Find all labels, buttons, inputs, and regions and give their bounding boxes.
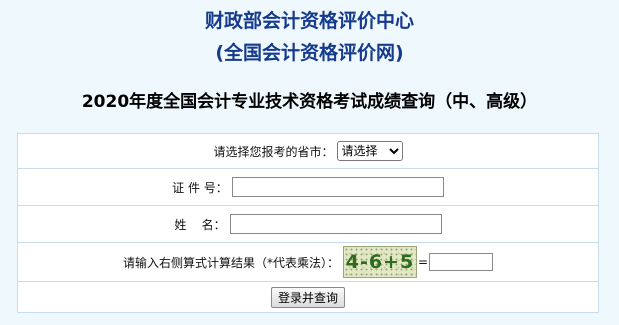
name-label: 姓 名： xyxy=(174,217,226,232)
captcha-label: 请输入右侧算式计算结果（*代表乘法）： xyxy=(122,255,339,270)
query-form: 请选择您报考的省市： 请选择 证 件 号： 姓 名： 请输入右侧算式计算结果（*… xyxy=(17,133,599,313)
page-title: 2020年度全国会计专业技术资格考试成绩查询（中、高级） xyxy=(81,92,538,112)
org-name: 财政部会计资格评价中心 xyxy=(204,10,414,32)
id-row: 证 件 号： xyxy=(17,168,599,206)
captcha-text: 4-6+5 xyxy=(345,251,415,273)
captcha-row: 请输入右侧算式计算结果（*代表乘法）： 4-6+5 = xyxy=(17,242,599,282)
name-row: 姓 名： xyxy=(17,205,599,243)
equals-sign: = xyxy=(417,255,429,269)
captcha-image[interactable]: 4-6+5 xyxy=(342,246,417,278)
site-name: (全国会计资格评价网) xyxy=(215,42,404,64)
id-label: 证 件 号： xyxy=(172,180,228,195)
province-label: 请选择您报考的省市： xyxy=(213,144,334,159)
province-select[interactable]: 请选择 xyxy=(336,141,403,161)
name-input[interactable] xyxy=(229,214,442,234)
captcha-answer-input[interactable] xyxy=(429,253,494,271)
submit-row: 登录并查询 xyxy=(17,281,599,313)
login-query-button[interactable]: 登录并查询 xyxy=(270,286,345,308)
province-row: 请选择您报考的省市： 请选择 xyxy=(17,133,599,169)
id-number-input[interactable] xyxy=(231,177,444,197)
